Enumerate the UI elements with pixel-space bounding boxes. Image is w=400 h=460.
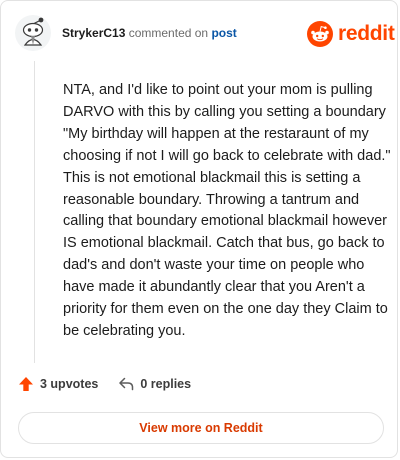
comment-header: StrykerC13 commented on post <box>62 26 237 40</box>
comment-embed-card: StrykerC13 commented on post reddit NTA,… <box>0 0 398 458</box>
upvote-count: 3 upvotes <box>40 377 99 391</box>
post-link[interactable]: post <box>211 26 236 40</box>
view-more-button[interactable]: View more on Reddit <box>18 412 384 444</box>
reply-count: 0 replies <box>140 377 192 391</box>
reddit-wordmark: reddit <box>338 22 395 45</box>
reply-arrow-icon <box>119 377 134 391</box>
commented-on-text: commented on <box>128 26 209 40</box>
replies-button[interactable]: 0 replies <box>118 376 191 392</box>
arrow-up-icon <box>19 377 33 391</box>
thread-line[interactable] <box>34 61 35 363</box>
avatar[interactable] <box>15 15 51 51</box>
upvote-button[interactable]: 3 upvotes <box>18 376 98 392</box>
reddit-logo[interactable]: reddit <box>307 21 395 47</box>
comment-body: NTA, and I'd like to point out your mom … <box>63 82 391 339</box>
snoo-avatar-icon <box>15 15 51 51</box>
comment-actions: 3 upvotes 0 replies <box>18 376 191 392</box>
username[interactable]: StrykerC13 <box>62 26 125 40</box>
reddit-snoo-icon <box>307 21 333 47</box>
